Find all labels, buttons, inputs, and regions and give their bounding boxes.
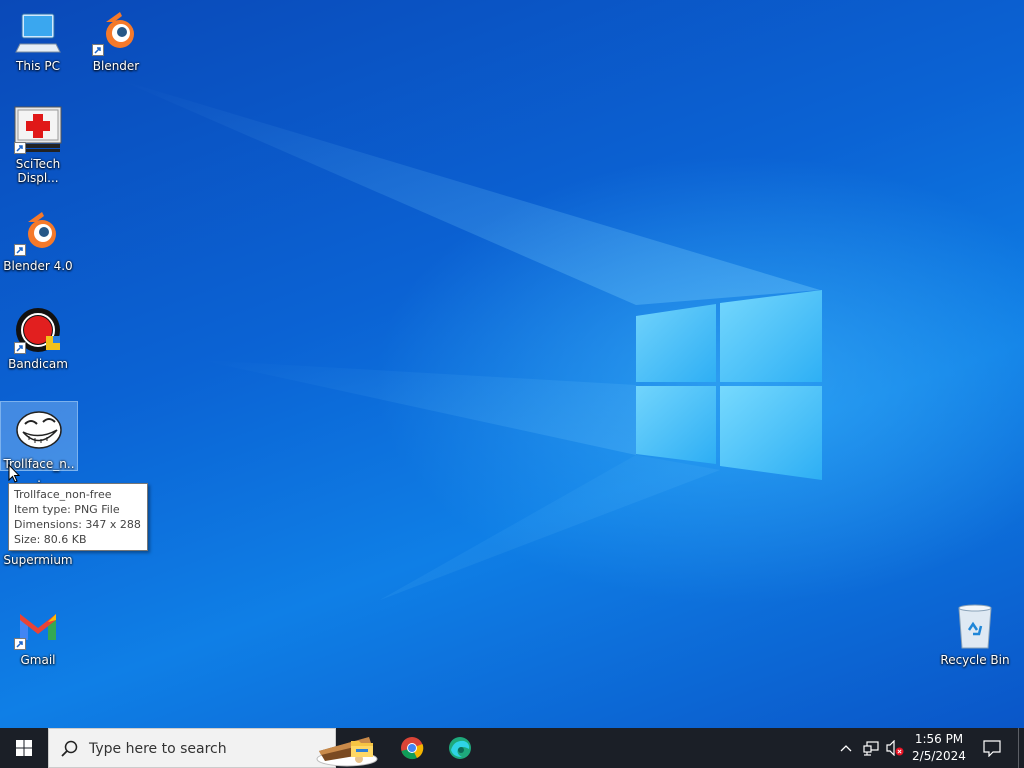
file-tooltip: Trollface_non-free Item type: PNG File D… [8, 483, 148, 551]
windows-start-icon [16, 740, 32, 756]
tray-volume[interactable] [884, 728, 906, 768]
desktop-background[interactable]: This PC Blender SciTech Displ... Blender… [0, 0, 1024, 728]
taskbar-file-explorer[interactable] [338, 728, 386, 768]
file-explorer-icon [351, 741, 373, 757]
desktop-icon-label: Supermium [3, 553, 73, 567]
start-button[interactable] [0, 728, 48, 768]
tooltip-dimensions: Dimensions: 347 x 288 [14, 518, 141, 531]
desktop-icon-label: Blender 4.0 [3, 259, 73, 273]
wallpaper-light-beams [120, 80, 820, 600]
desktop-icon-label: Blender [92, 59, 140, 73]
desktop-icon-trollface[interactable]: Trollface_n... [0, 401, 78, 485]
trollface-icon [16, 411, 62, 449]
mouse-cursor-icon [8, 464, 20, 483]
tooltip-size: Size: 80.6 KB [14, 533, 87, 546]
taskbar-chrome[interactable] [388, 728, 436, 768]
clock-date: 2/5/2024 [912, 749, 966, 763]
desktop-icon-blender-4[interactable]: Blender 4.0 [0, 208, 76, 273]
desktop-icon-bandicam[interactable]: Bandicam [0, 306, 76, 371]
tray-network[interactable] [860, 728, 882, 768]
taskbar-search-box[interactable]: Type here to search [48, 728, 378, 768]
tooltip-item-type: Item type: PNG File [14, 503, 120, 516]
shortcut-arrow-icon [14, 342, 26, 354]
notification-icon [983, 740, 1001, 757]
desktop-icon-label: Bandicam [8, 357, 68, 371]
taskbar-clock[interactable]: 1:56 PM 2/5/2024 [906, 731, 972, 765]
desktop-icon-label: This PC [16, 59, 60, 73]
computer-icon [15, 13, 61, 53]
desktop-icon-recycle-bin[interactable]: Recycle Bin [937, 602, 1013, 667]
show-desktop-button[interactable] [1018, 728, 1024, 768]
windows-logo-wallpaper [636, 290, 822, 480]
chevron-up-icon [840, 745, 852, 752]
tooltip-file-name: Trollface_non-free [14, 488, 112, 501]
shortcut-arrow-icon [14, 142, 26, 154]
tray-show-hidden-icons[interactable] [838, 728, 854, 768]
edge-icon [449, 737, 471, 759]
desktop-icon-this-pc[interactable]: This PC [0, 8, 76, 73]
desktop-icon-label: Gmail [20, 653, 56, 667]
taskbar: Type here to search 1:56 PM 2/5/2024 [0, 728, 1024, 768]
shortcut-arrow-icon [14, 638, 26, 650]
search-placeholder: Type here to search [89, 741, 227, 757]
taskbar-edge[interactable] [436, 728, 484, 768]
desktop-icon-label: SciTech Displ... [15, 157, 61, 185]
desktop-icon-label: Recycle Bin [940, 653, 1010, 667]
search-icon [61, 740, 78, 757]
recycle-bin-icon [958, 604, 992, 649]
shortcut-arrow-icon [92, 44, 104, 56]
chrome-icon [401, 737, 424, 760]
shortcut-arrow-icon [14, 244, 26, 256]
desktop-icon-blender[interactable]: Blender [78, 8, 154, 73]
clock-time: 1:56 PM [914, 732, 964, 746]
network-icon [863, 741, 879, 756]
tray-notifications[interactable] [978, 728, 1006, 768]
volume-muted-icon [886, 740, 904, 756]
desktop-icon-scitech[interactable]: SciTech Displ... [0, 106, 76, 185]
desktop-icon-gmail[interactable]: Gmail [0, 602, 76, 667]
